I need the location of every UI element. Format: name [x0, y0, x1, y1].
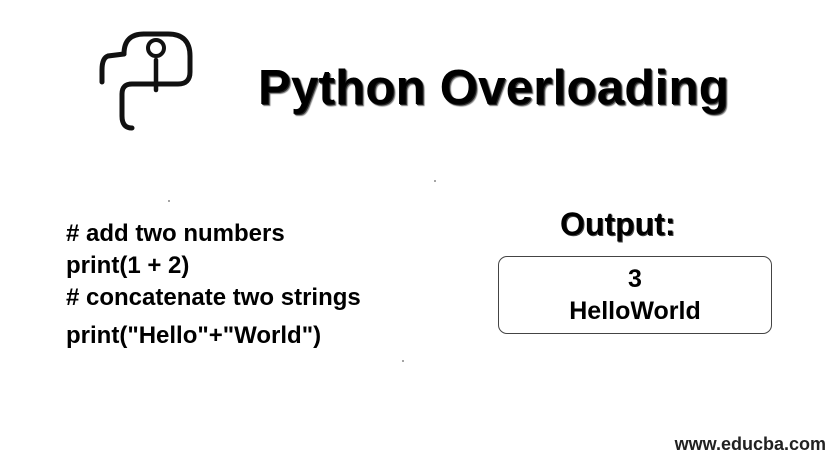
- code-line: print("Hello"+"World"): [66, 322, 322, 349]
- speck-dot: [402, 360, 404, 362]
- code-line: # add two numbers: [66, 220, 285, 247]
- code-block: # add two numbers print(1 + 2) # concate…: [66, 218, 361, 352]
- watermark: www.educba.com: [674, 434, 826, 454]
- output-line: 3: [628, 265, 642, 293]
- speck-dot: [434, 180, 436, 182]
- code-line: print(1 + 2): [66, 252, 190, 279]
- output-label: Output:: [560, 206, 676, 242]
- code-line: # concatenate two strings: [66, 284, 361, 311]
- python-logo-icon: [98, 30, 210, 132]
- output-line: HelloWorld: [569, 297, 701, 325]
- output-box: 3 HelloWorld: [498, 256, 772, 334]
- speck-dot: [168, 200, 170, 202]
- page-title: Python Overloading: [258, 61, 729, 115]
